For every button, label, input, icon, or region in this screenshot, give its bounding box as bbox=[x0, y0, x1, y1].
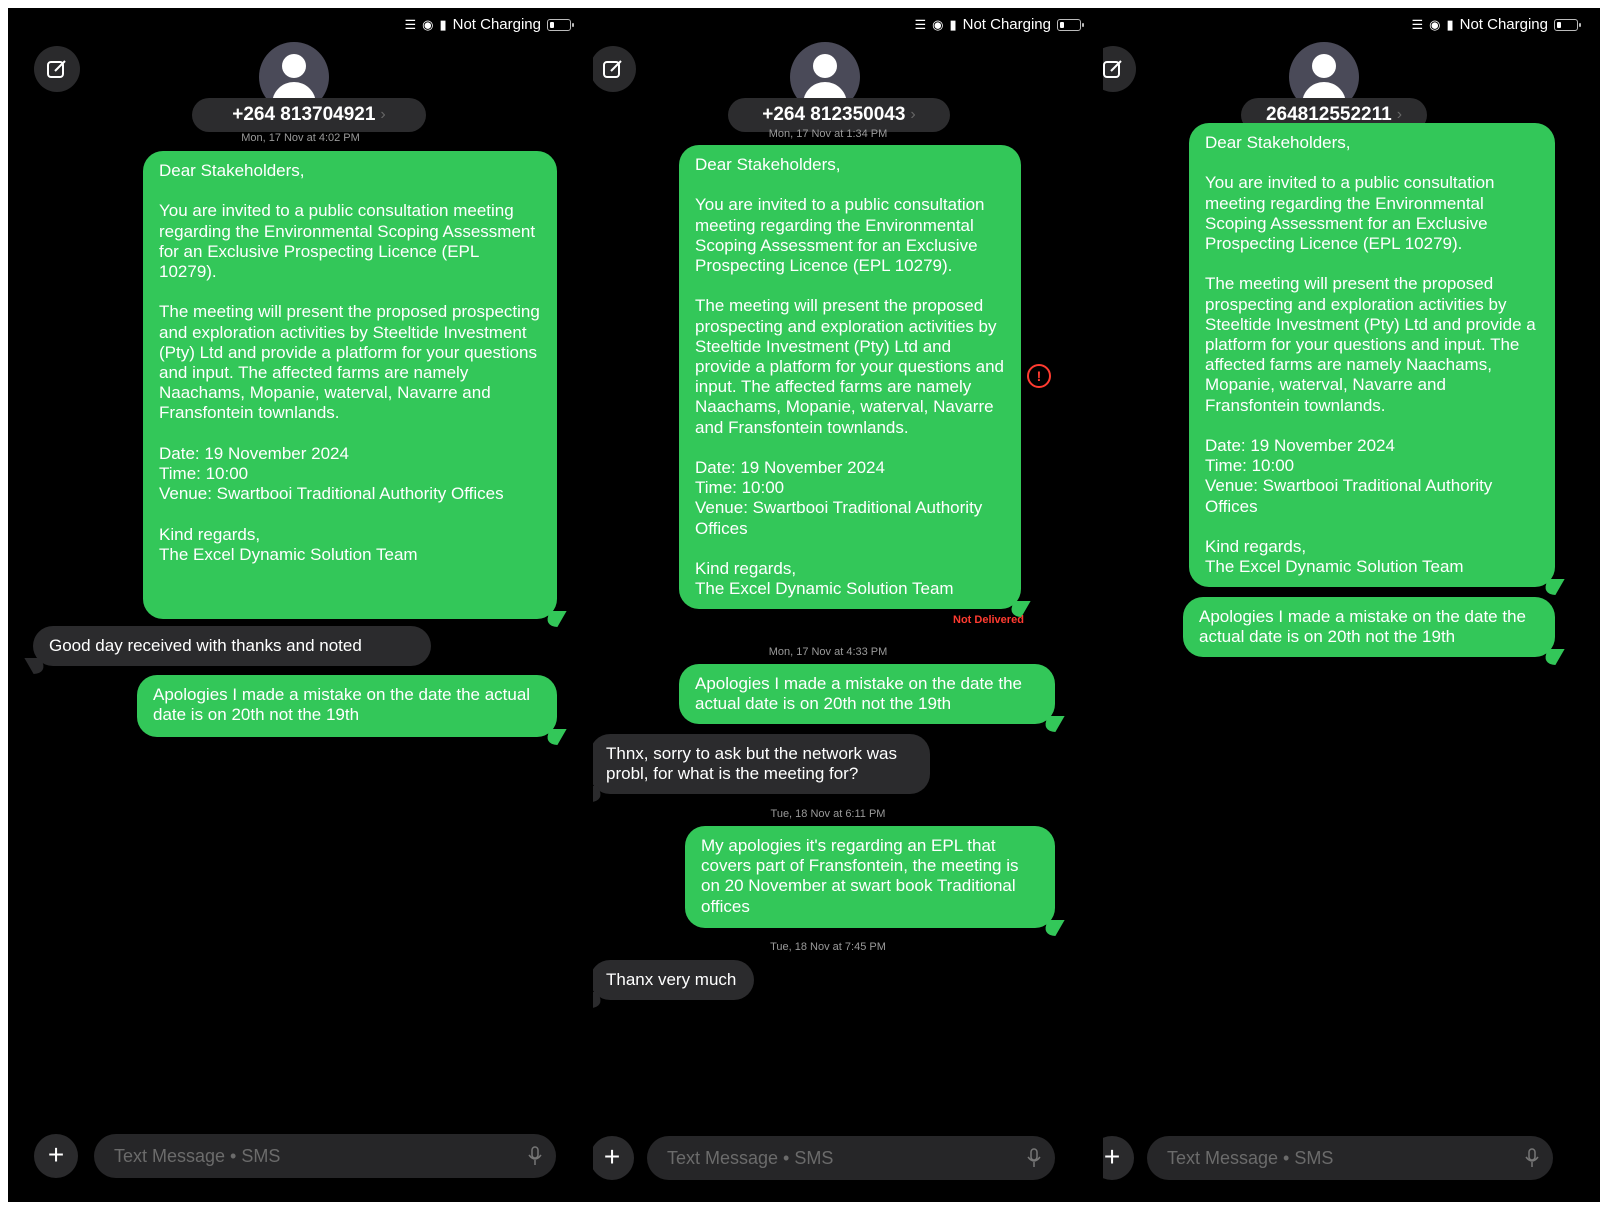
message-timestamp-3: Tue, 18 Nov at 6:11 PM bbox=[770, 808, 886, 820]
chevron-right-icon: › bbox=[380, 106, 386, 123]
sent-message-invitation[interactable]: Dear Stakeholders, You are invited to a … bbox=[1189, 123, 1555, 587]
conversation-panel-3: ☰ ◉ ▮ Not Charging 264812552211 › Dear S… bbox=[1103, 8, 1600, 1202]
avatar-head bbox=[813, 54, 837, 78]
received-message-1[interactable]: Thnx, sorry to ask but the network was p… bbox=[593, 734, 930, 794]
charging-status: Not Charging bbox=[1459, 16, 1548, 33]
battery-icon bbox=[1057, 18, 1084, 31]
conversation-panel-1: ☰ ◉ ▮ Not Charging +264 813704921 › Mon,… bbox=[8, 8, 593, 1202]
conversation-panel-2: ☰ ◉ ▮ Not Charging +264 812350043 › Mon,… bbox=[593, 8, 1103, 1202]
compose-button[interactable] bbox=[1103, 46, 1136, 92]
message-input[interactable]: Text Message • SMS bbox=[1147, 1136, 1553, 1180]
sent-message-correction[interactable]: Apologies I made a mistake on the date t… bbox=[137, 675, 557, 737]
compose-icon bbox=[603, 60, 622, 78]
message-timestamp: Mon, 17 Nov at 4:02 PM bbox=[241, 132, 360, 144]
contact-number: +264 813704921 bbox=[232, 104, 376, 125]
sent-message-invitation[interactable]: Dear Stakeholders, You are invited to a … bbox=[143, 151, 557, 619]
charging-status: Not Charging bbox=[962, 16, 1051, 33]
plus-icon: + bbox=[603, 1141, 621, 1172]
sent-message-invitation[interactable]: Dear Stakeholders, You are invited to a … bbox=[679, 145, 1021, 609]
sent-message-explanation[interactable]: My apologies it's regarding an EPL that … bbox=[685, 826, 1055, 928]
avatar-head bbox=[1312, 54, 1336, 78]
wifi-icon: ☰ bbox=[404, 16, 417, 32]
message-input-placeholder: Text Message • SMS bbox=[1167, 1147, 1334, 1168]
compose-icon bbox=[47, 60, 66, 78]
battery-saver-icon: ▮ bbox=[1446, 16, 1454, 32]
add-attachment-button[interactable]: + bbox=[34, 1134, 78, 1178]
orientation-lock-icon: ◉ bbox=[1429, 16, 1441, 32]
message-input[interactable]: Text Message • SMS bbox=[94, 1134, 556, 1178]
plus-icon: + bbox=[47, 1139, 65, 1170]
microphone-icon[interactable] bbox=[1027, 1148, 1041, 1168]
not-delivered-label: Not Delivered bbox=[953, 614, 1024, 626]
charging-status: Not Charging bbox=[452, 16, 541, 33]
microphone-icon[interactable] bbox=[528, 1146, 542, 1166]
message-input-placeholder: Text Message • SMS bbox=[667, 1147, 834, 1168]
battery-saver-icon: ▮ bbox=[439, 16, 447, 32]
contact-name-button[interactable]: +264 813704921 › bbox=[192, 98, 426, 132]
compose-button[interactable] bbox=[593, 46, 636, 92]
message-timestamp: Mon, 17 Nov at 1:34 PM bbox=[768, 128, 888, 140]
message-input-placeholder: Text Message • SMS bbox=[114, 1145, 281, 1166]
compose-icon bbox=[1103, 60, 1122, 78]
contact-number: +264 812350043 bbox=[762, 104, 906, 125]
received-message[interactable]: Good day received with thanks and noted bbox=[33, 626, 431, 666]
add-attachment-button[interactable]: + bbox=[593, 1136, 634, 1180]
wifi-icon: ☰ bbox=[1411, 16, 1424, 32]
received-message-2[interactable]: Thanx very much bbox=[593, 960, 754, 1000]
compose-button[interactable] bbox=[34, 46, 80, 92]
status-bar: ☰ ◉ ▮ Not Charging bbox=[914, 16, 1084, 33]
status-bar: ☰ ◉ ▮ Not Charging bbox=[404, 16, 574, 33]
status-bar: ☰ ◉ ▮ Not Charging bbox=[1411, 16, 1581, 33]
microphone-icon[interactable] bbox=[1525, 1148, 1539, 1168]
orientation-lock-icon: ◉ bbox=[422, 16, 434, 32]
wifi-icon: ☰ bbox=[914, 16, 927, 32]
orientation-lock-icon: ◉ bbox=[932, 16, 944, 32]
message-input[interactable]: Text Message • SMS bbox=[647, 1136, 1055, 1180]
battery-icon bbox=[1554, 18, 1581, 31]
add-attachment-button[interactable]: + bbox=[1103, 1136, 1134, 1180]
plus-icon: + bbox=[1103, 1141, 1121, 1172]
sent-message-correction[interactable]: Apologies I made a mistake on the date t… bbox=[679, 664, 1055, 724]
battery-saver-icon: ▮ bbox=[949, 16, 957, 32]
sent-message-correction[interactable]: Apologies I made a mistake on the date t… bbox=[1183, 597, 1555, 657]
contact-name-button[interactable]: +264 812350043 › bbox=[728, 98, 950, 132]
error-icon[interactable]: ! bbox=[1027, 364, 1051, 388]
message-timestamp-2: Mon, 17 Nov at 4:33 PM bbox=[768, 646, 888, 658]
battery-icon bbox=[547, 18, 574, 31]
avatar-head bbox=[282, 54, 306, 78]
message-timestamp-4: Tue, 18 Nov at 7:45 PM bbox=[770, 941, 886, 953]
chevron-right-icon: › bbox=[1396, 106, 1403, 123]
chevron-right-icon: › bbox=[910, 106, 916, 123]
